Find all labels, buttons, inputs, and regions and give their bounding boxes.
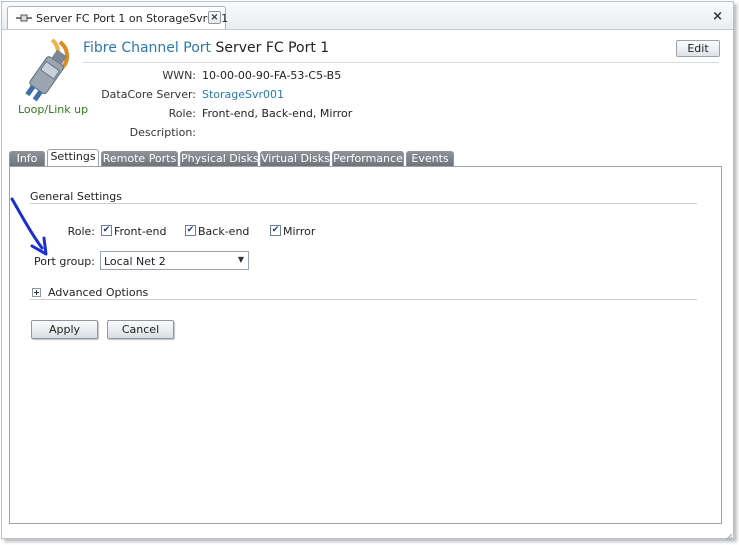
port-group-value: Local Net 2 [104, 255, 166, 268]
resize-grip-icon[interactable] [725, 533, 733, 541]
server-label: DataCore Server: [101, 88, 196, 101]
object-name: Server FC Port 1 [215, 40, 330, 56]
cancel-button[interactable]: Cancel [107, 320, 174, 339]
close-tab-icon[interactable]: × [208, 11, 221, 24]
fc-port-icon [16, 14, 32, 22]
mirror-label: Mirror [283, 225, 316, 238]
port-group-label: Port group: [34, 255, 95, 268]
front-end-checkbox[interactable]: ✔ [101, 225, 112, 236]
wwn-value: 10-00-00-90-FA-53-C5-B5 [202, 69, 342, 82]
front-end-label: Front-end [114, 225, 167, 238]
mirror-checkbox[interactable]: ✔ [270, 225, 281, 236]
link-status: Loop/Link up [18, 103, 89, 116]
advanced-divider [30, 299, 697, 300]
tab-info[interactable]: Info [9, 151, 45, 166]
back-end-label: Back-end [198, 225, 250, 238]
role-summary-label: Role: [168, 107, 196, 120]
header-divider [83, 62, 719, 63]
back-end-checkbox[interactable]: ✔ [185, 225, 196, 236]
close-window-icon[interactable]: × [712, 9, 723, 24]
document-tab[interactable]: Server FC Port 1 on StorageSvr001 × [7, 6, 229, 29]
wwn-label: WWN: [162, 69, 196, 82]
document-tabstrip: Server FC Port 1 on StorageSvr001 × × [2, 2, 733, 30]
object-type: Fibre Channel Port [83, 40, 212, 56]
tab-performance[interactable]: Performance [332, 151, 404, 166]
server-link[interactable]: StorageSvr001 [202, 88, 284, 101]
tab-settings[interactable]: Settings [47, 149, 99, 167]
settings-panel [9, 166, 722, 524]
fc-connector-icon [25, 38, 69, 102]
description-label: Description: [129, 126, 196, 139]
port-group-select[interactable]: Local Net 2 ▼ [100, 251, 249, 270]
tab-physical-disks[interactable]: Physical Disks [180, 151, 259, 166]
chevron-down-icon: ▼ [237, 255, 244, 264]
document-tab-title: Server FC Port 1 on StorageSvr001 [36, 12, 229, 25]
page-title: Fibre Channel Port Server FC Port 1 [83, 40, 329, 56]
blue-arrow-icon [10, 197, 48, 256]
advanced-options-label[interactable]: Advanced Options [48, 286, 148, 299]
tab-remote-ports[interactable]: Remote Ports [101, 151, 178, 166]
role-summary-value: Front-end, Back-end, Mirror [202, 107, 353, 120]
edit-button[interactable]: Edit [676, 40, 720, 57]
role-label: Role: [67, 225, 95, 238]
tab-virtual-disks[interactable]: Virtual Disks [260, 151, 330, 166]
section-divider [30, 203, 697, 204]
tab-events[interactable]: Events [406, 151, 454, 166]
expand-plus-icon[interactable] [32, 288, 41, 297]
apply-button[interactable]: Apply [31, 320, 98, 339]
